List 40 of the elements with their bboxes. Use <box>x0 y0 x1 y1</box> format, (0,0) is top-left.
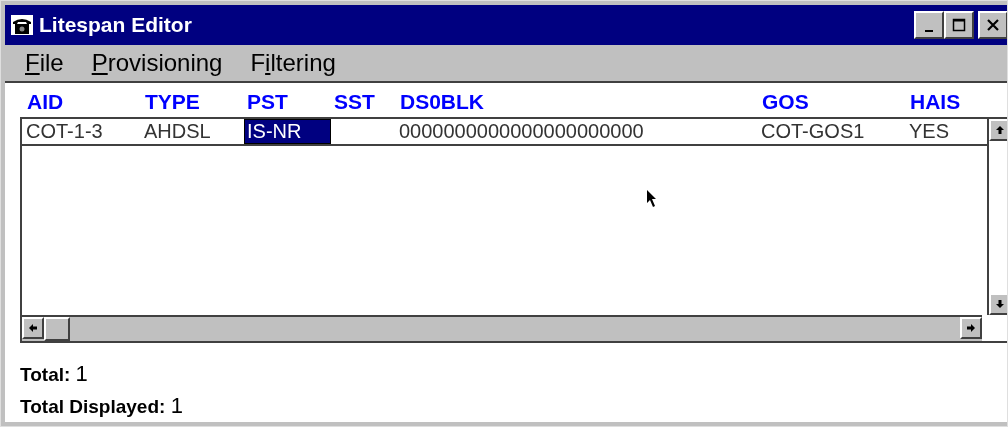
menu-item[interactable]: Filtering <box>250 49 336 77</box>
column-header: HAIS <box>910 90 962 114</box>
table-cell-text: AHDSL <box>143 119 212 144</box>
maximize-button[interactable] <box>944 11 974 39</box>
scroll-down-button[interactable] <box>989 293 1008 315</box>
column-header: AID <box>27 90 65 114</box>
summary-label: Total Displayed: <box>20 396 166 417</box>
horizontal-scrollbar[interactable] <box>22 315 982 341</box>
close-button[interactable] <box>978 11 1008 39</box>
summary-label: Total: <box>20 364 71 385</box>
column-header: SST <box>334 90 376 114</box>
scroll-right-button[interactable] <box>960 317 982 339</box>
window-title: Litespan Editor <box>39 13 192 37</box>
left-arrow-icon <box>28 323 38 333</box>
scroll-up-button[interactable] <box>989 119 1008 141</box>
mouse-pointer-icon <box>646 189 658 209</box>
right-arrow-icon <box>966 323 976 333</box>
maximize-icon <box>952 18 966 32</box>
scroll-thumb[interactable] <box>44 317 70 341</box>
close-icon <box>987 19 999 31</box>
minimize-icon <box>925 30 933 32</box>
menu-item[interactable]: File <box>25 49 64 77</box>
column-header: DS0BLK <box>400 90 485 114</box>
summary-value: 1 <box>170 393 183 418</box>
summary-value: 1 <box>75 361 88 386</box>
table-cell-text: 0000000000000000000000 <box>398 119 645 144</box>
table-cell-text: COT-GOS1 <box>760 119 866 144</box>
vertical-scrollbar[interactable] <box>987 119 1008 315</box>
up-arrow-icon <box>995 125 1005 135</box>
scroll-left-button[interactable] <box>22 317 44 339</box>
telephone-icon <box>11 15 33 35</box>
column-header: GOS <box>762 90 810 114</box>
column-header: PST <box>247 90 289 114</box>
table-cell: IS-NR <box>244 119 331 144</box>
menu-item[interactable]: Provisioning <box>91 49 223 77</box>
column-header: TYPE <box>145 90 201 114</box>
table-cell-text: COT-1-3 <box>25 119 104 144</box>
down-arrow-icon <box>995 299 1005 309</box>
table-cell-text: YES <box>908 119 951 144</box>
minimize-button[interactable] <box>914 11 944 39</box>
